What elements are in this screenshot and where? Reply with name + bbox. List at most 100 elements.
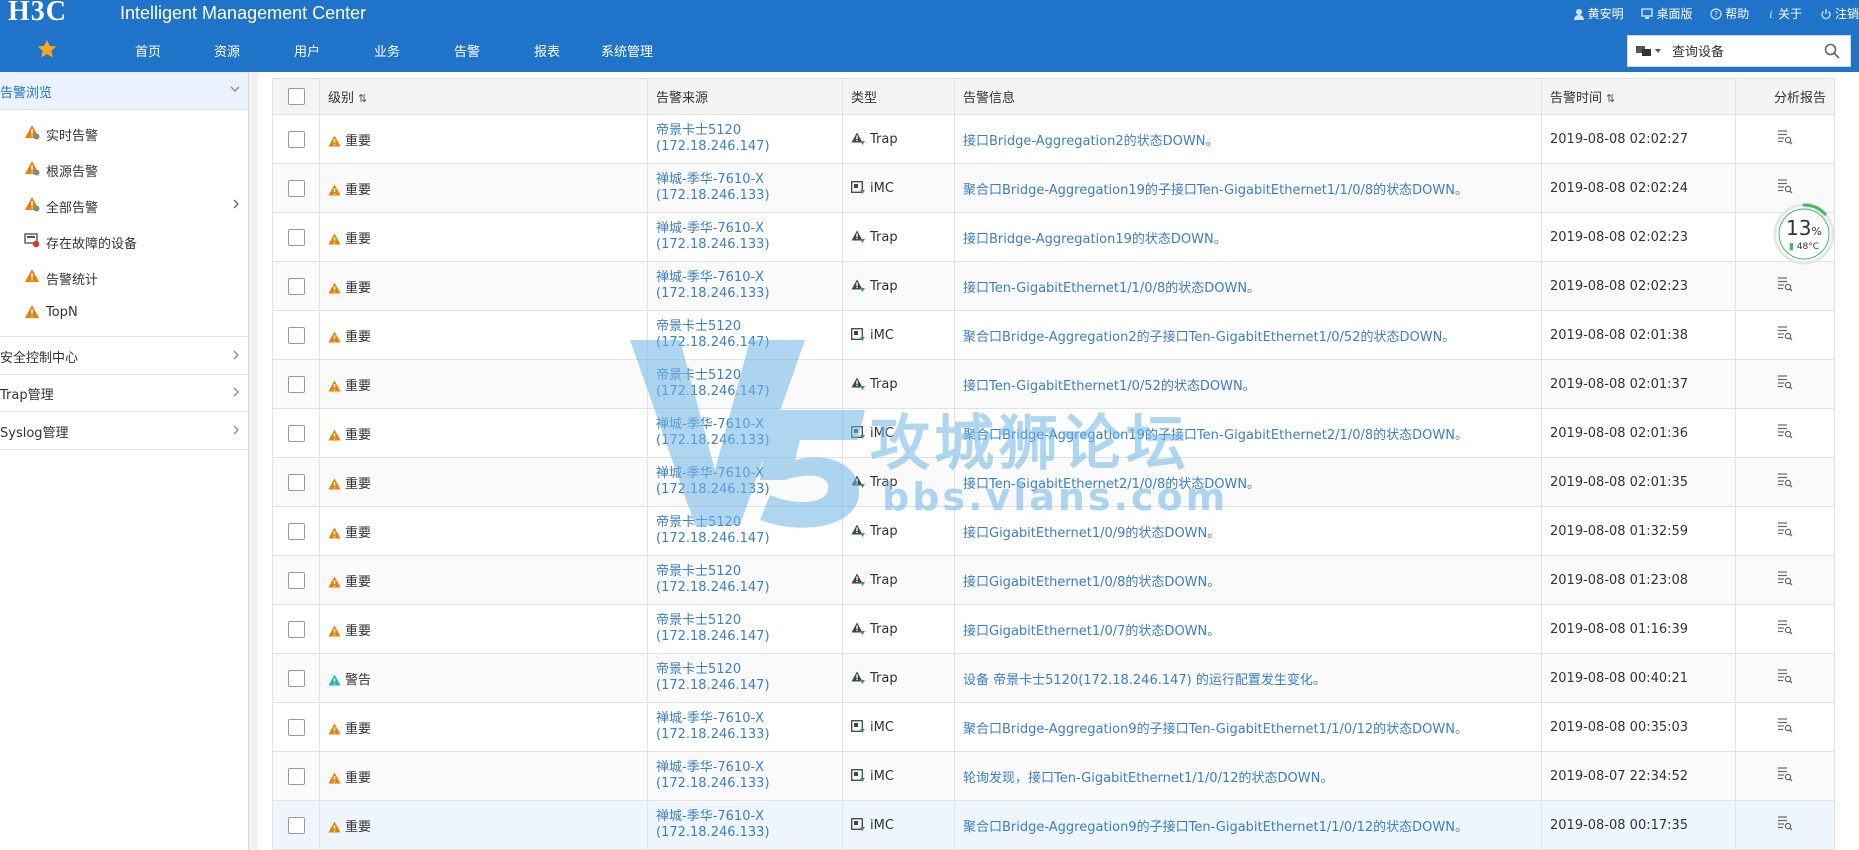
table-row[interactable]: 重要 禅城-季华-7610-X (172.18.246.133) Trap 接口… [272, 212, 1835, 262]
nav-users[interactable]: 用户 [294, 41, 320, 60]
sidebar-section-trap-management[interactable]: Trap管理 [0, 374, 248, 412]
analysis-report-icon[interactable] [1777, 374, 1793, 390]
column-header-time[interactable]: 告警时间 ⇅ [1541, 78, 1736, 115]
alarm-source-link[interactable]: 禅城-季华-7610-X (172.18.246.133) [656, 221, 834, 253]
nav-system-management[interactable]: 系统管理 [601, 41, 653, 60]
table-row[interactable]: 重要 帝景卡士5120 (172.18.246.147) Trap 接口Ten-… [272, 359, 1835, 409]
row-checkbox[interactable] [287, 326, 305, 344]
sort-icon[interactable]: ⇅ [358, 92, 367, 105]
nav-alarms[interactable]: 告警 [454, 41, 480, 60]
row-checkbox[interactable] [287, 571, 305, 589]
alarm-source-link[interactable]: 帝景卡士5120 (172.18.246.147) [656, 515, 834, 547]
nav-resources[interactable]: 资源 [214, 41, 240, 60]
analysis-report-icon[interactable] [1777, 472, 1793, 488]
nav-services[interactable]: 业务 [374, 41, 400, 60]
alarm-info-link[interactable]: 接口Ten-GigabitEthernet1/0/52的状态DOWN。 [963, 375, 1533, 394]
help-link[interactable]: ? 帮助 [1710, 5, 1749, 22]
alarm-source-link[interactable]: 帝景卡士5120 (172.18.246.147) [656, 319, 834, 351]
favorites-star-icon[interactable] [36, 38, 58, 60]
desktop-version-link[interactable]: 桌面版 [1641, 5, 1692, 22]
row-checkbox[interactable] [287, 375, 305, 393]
sidebar-item-topn[interactable]: TopN [24, 298, 248, 328]
alarm-source-link[interactable]: 禅城-季华-7610-X (172.18.246.133) [656, 760, 834, 792]
alarm-info-link[interactable]: 聚合口Bridge-Aggregation19的子接口Ten-GigabitEt… [963, 179, 1533, 198]
row-checkbox[interactable] [287, 424, 305, 442]
sort-icon[interactable]: ⇅ [1606, 92, 1615, 105]
sidebar-section-syslog-management[interactable]: Syslog管理 [0, 412, 248, 450]
alarm-info-link[interactable]: 聚合口Bridge-Aggregation9的子接口Ten-GigabitEth… [963, 816, 1533, 835]
alarm-source-link[interactable]: 禅城-季华-7610-X (172.18.246.133) [656, 809, 834, 841]
table-row[interactable]: 重要 帝景卡士5120 (172.18.246.147) Trap 接口Giga… [272, 555, 1835, 605]
nav-reports[interactable]: 报表 [534, 41, 560, 60]
table-row[interactable]: 重要 帝景卡士5120 (172.18.246.147) iMC 聚合口Brid… [272, 310, 1835, 360]
alarm-info-link[interactable]: 接口GigabitEthernet1/0/9的状态DOWN。 [963, 522, 1533, 541]
sidebar-item-realtime-alarms[interactable]: 实时告警 [24, 118, 248, 148]
row-checkbox[interactable] [287, 620, 305, 638]
analysis-report-icon[interactable] [1777, 325, 1793, 341]
table-row[interactable]: 重要 禅城-季华-7610-X (172.18.246.133) iMC 聚合口… [272, 163, 1835, 213]
about-link[interactable]: i 关于 [1767, 5, 1802, 22]
alarm-source-link[interactable]: 帝景卡士5120 (172.18.246.147) [656, 613, 834, 645]
table-row[interactable]: 警告 帝景卡士5120 (172.18.246.147) Trap 设备 帝景卡… [272, 653, 1835, 703]
alarm-source-link[interactable]: 帝景卡士5120 (172.18.246.147) [656, 123, 834, 155]
nav-home[interactable]: 首页 [135, 41, 161, 60]
row-checkbox[interactable] [287, 522, 305, 540]
analysis-report-icon[interactable] [1777, 717, 1793, 733]
analysis-report-icon[interactable] [1777, 178, 1793, 194]
cpu-usage-widget[interactable]: 13% ▮ 48°C [1772, 202, 1836, 266]
row-checkbox[interactable] [287, 473, 305, 491]
table-row[interactable]: 重要 禅城-季华-7610-X (172.18.246.133) iMC 聚合口… [272, 800, 1835, 850]
logout-link[interactable]: 注销 [1820, 5, 1859, 22]
alarm-info-link[interactable]: 接口GigabitEthernet1/0/7的状态DOWN。 [963, 620, 1533, 639]
alarm-info-link[interactable]: 接口Ten-GigabitEthernet2/1/0/8的状态DOWN。 [963, 473, 1533, 492]
sidebar-item-root-alarms[interactable]: 根源告警 [24, 154, 248, 184]
analysis-report-icon[interactable] [1777, 129, 1793, 145]
device-type-dropdown-icon[interactable] [1636, 44, 1664, 58]
alarm-source-link[interactable]: 禅城-季华-7610-X (172.18.246.133) [656, 417, 834, 449]
alarm-source-link[interactable]: 帝景卡士5120 (172.18.246.147) [656, 662, 834, 694]
sidebar-splitter[interactable] [249, 72, 258, 850]
analysis-report-icon[interactable] [1777, 766, 1793, 782]
row-checkbox[interactable] [287, 767, 305, 785]
table-row[interactable]: 重要 禅城-季华-7610-X (172.18.246.133) iMC 聚合口… [272, 408, 1835, 458]
user-link[interactable]: 黄安明 [1573, 5, 1624, 22]
alarm-info-link[interactable]: 聚合口Bridge-Aggregation2的子接口Ten-GigabitEth… [963, 326, 1533, 345]
alarm-source-link[interactable]: 禅城-季华-7610-X (172.18.246.133) [656, 466, 834, 498]
row-checkbox[interactable] [287, 179, 305, 197]
table-row[interactable]: 重要 帝景卡士5120 (172.18.246.147) Trap 接口Giga… [272, 604, 1835, 654]
table-row[interactable]: 重要 帝景卡士5120 (172.18.246.147) Trap 接口Brid… [272, 114, 1835, 164]
row-checkbox[interactable] [287, 228, 305, 246]
analysis-report-icon[interactable] [1777, 423, 1793, 439]
alarm-info-link[interactable]: 聚合口Bridge-Aggregation19的子接口Ten-GigabitEt… [963, 424, 1533, 443]
alarm-source-link[interactable]: 帝景卡士5120 (172.18.246.147) [656, 368, 834, 400]
sidebar-section-security-control[interactable]: 安全控制中心 [0, 336, 248, 375]
analysis-report-icon[interactable] [1777, 521, 1793, 537]
alarm-info-link[interactable]: 接口GigabitEthernet1/0/8的状态DOWN。 [963, 571, 1533, 590]
alarm-info-link[interactable]: 接口Bridge-Aggregation2的状态DOWN。 [963, 130, 1533, 149]
row-checkbox[interactable] [287, 130, 305, 148]
table-row[interactable]: 重要 禅城-季华-7610-X (172.18.246.133) Trap 接口… [272, 457, 1835, 507]
search-icon[interactable] [1824, 43, 1840, 59]
alarm-source-link[interactable]: 禅城-季华-7610-X (172.18.246.133) [656, 270, 834, 302]
alarm-info-link[interactable]: 接口Bridge-Aggregation19的状态DOWN。 [963, 228, 1533, 247]
row-checkbox[interactable] [287, 816, 305, 834]
table-row[interactable]: 重要 禅城-季华-7610-X (172.18.246.133) Trap 接口… [272, 261, 1835, 311]
analysis-report-icon[interactable] [1777, 668, 1793, 684]
device-search-input[interactable] [1670, 41, 1814, 63]
alarm-info-link[interactable]: 设备 帝景卡士5120(172.18.246.147) 的运行配置发生变化。 [963, 669, 1533, 688]
alarm-info-link[interactable]: 接口Ten-GigabitEthernet1/1/0/8的状态DOWN。 [963, 277, 1533, 296]
alarm-info-link[interactable]: 聚合口Bridge-Aggregation9的子接口Ten-GigabitEth… [963, 718, 1533, 737]
alarm-source-link[interactable]: 禅城-季华-7610-X (172.18.246.133) [656, 172, 834, 204]
table-row[interactable]: 重要 帝景卡士5120 (172.18.246.147) Trap 接口Giga… [272, 506, 1835, 556]
select-all-checkbox[interactable] [287, 88, 305, 105]
alarm-source-link[interactable]: 禅城-季华-7610-X (172.18.246.133) [656, 711, 834, 743]
sidebar-item-all-alarms[interactable]: 全部告警 [24, 190, 248, 220]
row-checkbox[interactable] [287, 277, 305, 295]
analysis-report-icon[interactable] [1777, 815, 1793, 831]
alarm-info-link[interactable]: 轮询发现，接口Ten-GigabitEthernet1/1/0/12的状态DOW… [963, 767, 1533, 786]
analysis-report-icon[interactable] [1777, 619, 1793, 635]
row-checkbox[interactable] [287, 718, 305, 736]
analysis-report-icon[interactable] [1777, 570, 1793, 586]
column-header-level[interactable]: 级别 ⇅ [319, 78, 648, 115]
sidebar-item-alarm-statistics[interactable]: 告警统计 [24, 262, 248, 292]
